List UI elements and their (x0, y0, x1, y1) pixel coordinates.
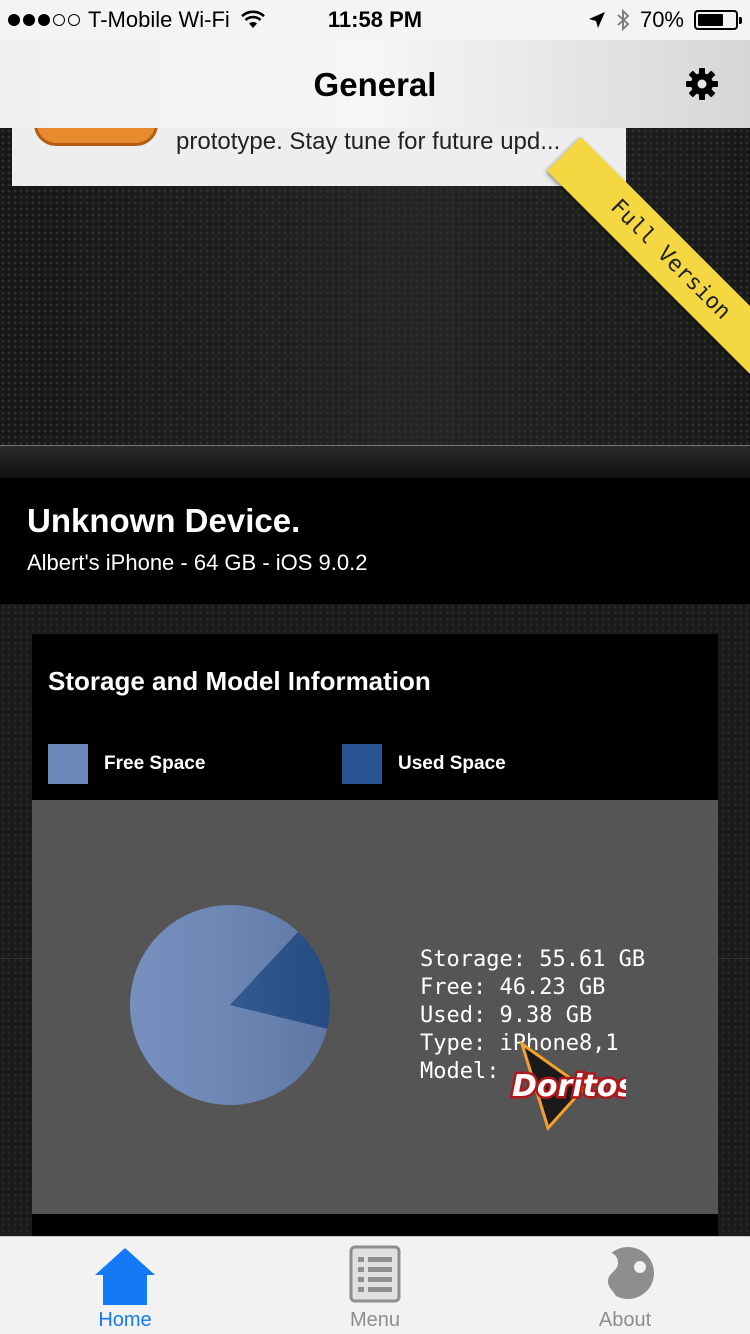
legend-item-free: Free Space (48, 744, 205, 784)
full-version-ribbon: Full Version (546, 136, 750, 384)
notice-banner[interactable]: prototype. Stay tune for future upd... (12, 128, 626, 186)
storage-card: Storage and Model Information Free Space… (32, 634, 718, 1236)
device-name: Unknown Device. (27, 502, 301, 539)
battery-icon (694, 10, 742, 30)
tab-home[interactable]: Home (0, 1237, 250, 1334)
info-used: Used: 9.38 GB (420, 1003, 593, 1028)
navigation-bar: General (0, 40, 750, 128)
legend-item-used: Used Space (342, 744, 506, 784)
gear-icon[interactable] (684, 66, 720, 102)
notice-app-icon (34, 128, 158, 146)
tab-about[interactable]: About (500, 1237, 750, 1334)
doritos-logo-icon: Doritos (510, 1040, 626, 1131)
bluetooth-icon (617, 9, 630, 31)
legend-label-used: Used Space (398, 753, 506, 774)
battery-percent: 70% (639, 7, 684, 32)
hero-banner: prototype. Stay tune for future upd... F… (0, 128, 750, 446)
info-storage: Storage: 55.61 GB (420, 947, 646, 972)
tab-menu-label: Menu (349, 1309, 401, 1331)
legend-label-free: Free Space (104, 753, 206, 774)
device-header: Unknown Device. Albert's iPhone - 64 GB … (0, 478, 750, 604)
divider-strip (0, 446, 750, 478)
menu-list-icon (349, 1245, 401, 1303)
svg-text:Doritos: Doritos (512, 1069, 626, 1104)
storage-pie-chart (130, 905, 330, 1105)
carrier-label: T-Mobile Wi-Fi (88, 7, 230, 32)
card-title: Storage and Model Information (48, 666, 431, 696)
notice-text: prototype. Stay tune for future upd... (176, 128, 561, 155)
wifi-icon (240, 10, 265, 28)
pie-shading (130, 905, 330, 1105)
legend-swatch-used (342, 744, 382, 784)
signal-strength-icon (8, 14, 80, 26)
page-title: General (313, 66, 437, 103)
tab-bar: Home Menu About (0, 1236, 750, 1334)
chart-area: Storage: 55.61 GB Free: 46.23 GB Used: 9… (32, 800, 718, 1214)
device-subtitle: Albert's iPhone - 64 GB - iOS 9.0.2 (27, 550, 368, 575)
status-bar: T-Mobile Wi-Fi 11:58 PM 70% (0, 0, 750, 40)
legend-swatch-free (48, 744, 88, 784)
tab-menu[interactable]: Menu (250, 1237, 500, 1334)
tab-home-label: Home (98, 1309, 152, 1331)
location-arrow-icon (588, 12, 605, 28)
home-icon (95, 1248, 155, 1305)
about-icon (598, 1247, 654, 1299)
tab-about-label: About (598, 1309, 652, 1331)
info-free: Free: 46.23 GB (420, 975, 606, 1000)
